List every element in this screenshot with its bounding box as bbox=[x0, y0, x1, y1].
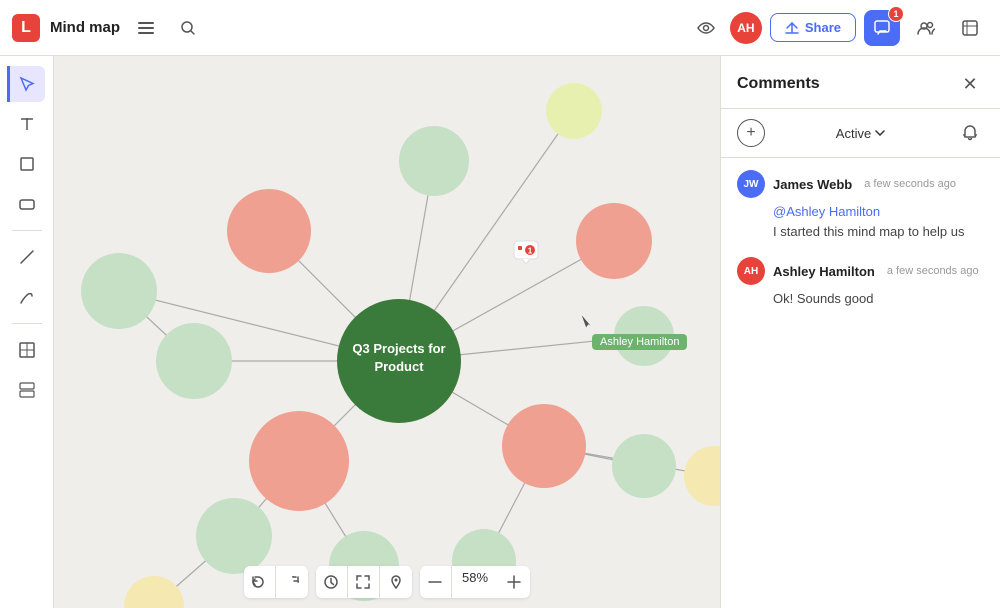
line-tool[interactable] bbox=[9, 239, 45, 275]
ashley-cursor bbox=[581, 314, 592, 328]
mind-map-svg: Q3 Projects for Product 1 bbox=[54, 56, 720, 608]
node-n5[interactable] bbox=[614, 306, 674, 366]
app-title: Mind map bbox=[50, 19, 120, 36]
comment-mention-jw: @Ashley Hamilton bbox=[773, 204, 880, 219]
fullscreen-icon bbox=[356, 575, 370, 589]
history-button[interactable] bbox=[316, 566, 348, 598]
svg-text:Q3 Projects for: Q3 Projects for bbox=[352, 341, 445, 356]
comment-author-row-jw: JW James Webb a few seconds ago bbox=[737, 170, 984, 198]
text-tool[interactable] bbox=[9, 106, 45, 142]
plus-icon bbox=[507, 575, 521, 589]
avatar-ah2: AH bbox=[737, 257, 765, 285]
comments-panel: Comments ✕ + Active JW James Webb a few … bbox=[720, 56, 1000, 608]
undo-button[interactable] bbox=[244, 566, 276, 598]
node-n15[interactable] bbox=[81, 253, 157, 329]
node-n6[interactable] bbox=[502, 404, 586, 488]
node-n10[interactable] bbox=[156, 323, 232, 399]
app-logo: L bbox=[12, 14, 40, 42]
view-button[interactable] bbox=[690, 12, 722, 44]
sidebar-divider-1 bbox=[12, 230, 42, 231]
comment-text-jw: I started this mind map to help us bbox=[773, 224, 964, 239]
add-comment-button[interactable]: + bbox=[737, 119, 765, 147]
search-button[interactable] bbox=[172, 12, 204, 44]
comments-title: Comments bbox=[737, 75, 820, 93]
bottom-toolbar: 58% bbox=[54, 556, 720, 608]
toolbar-right: AH Share 1 bbox=[690, 10, 988, 46]
filter-label: Active bbox=[836, 126, 871, 141]
comment-item-ah: AH Ashley Hamilton a few seconds ago Ok!… bbox=[737, 257, 984, 309]
canvas[interactable]: Q3 Projects for Product 1 Ashley Hamilto… bbox=[54, 56, 720, 608]
bell-icon bbox=[962, 125, 978, 141]
redo-button[interactable] bbox=[276, 566, 308, 598]
top-toolbar: L Mind map AH bbox=[0, 0, 1000, 56]
node-n9[interactable] bbox=[249, 411, 349, 511]
undo-icon bbox=[252, 576, 266, 588]
avatar-jw: JW bbox=[737, 170, 765, 198]
location-button[interactable] bbox=[380, 566, 412, 598]
close-comments-button[interactable]: ✕ bbox=[956, 70, 984, 98]
comments-button[interactable]: 1 bbox=[864, 10, 900, 46]
zoom-group: 58% bbox=[420, 566, 530, 598]
frame-tool[interactable] bbox=[9, 146, 45, 182]
node-n2[interactable] bbox=[399, 126, 469, 196]
zoom-in-button[interactable] bbox=[498, 566, 530, 598]
minus-icon bbox=[428, 581, 442, 583]
zoom-level[interactable]: 58% bbox=[452, 566, 498, 598]
undo-redo-group bbox=[244, 566, 308, 598]
filter-dropdown[interactable]: Active bbox=[836, 126, 885, 141]
history-fullscreen-group bbox=[316, 566, 412, 598]
comment-author-row-ah: AH Ashley Hamilton a few seconds ago bbox=[737, 257, 984, 285]
node-n7[interactable] bbox=[612, 434, 676, 498]
collaborators-button[interactable] bbox=[908, 10, 944, 46]
fullscreen-button[interactable] bbox=[348, 566, 380, 598]
table-tool[interactable] bbox=[9, 332, 45, 368]
comment-text-ah: Ok! Sounds good bbox=[773, 291, 873, 306]
comment-badge: 1 bbox=[888, 6, 904, 22]
comment-time-ah: a few seconds ago bbox=[887, 265, 979, 277]
toolbar-left: L Mind map bbox=[12, 12, 204, 44]
comment-bubble-icon: 1 bbox=[514, 241, 538, 264]
user-avatar-ah: AH bbox=[730, 12, 762, 44]
chevron-down-icon bbox=[875, 130, 885, 136]
pen-tool[interactable] bbox=[9, 279, 45, 315]
pages-button[interactable] bbox=[952, 10, 988, 46]
notifications-bell-button[interactable] bbox=[956, 119, 984, 147]
comment-item-jw: JW James Webb a few seconds ago @Ashley … bbox=[737, 170, 984, 241]
redo-icon bbox=[285, 576, 299, 588]
mindmap-tool[interactable] bbox=[9, 372, 45, 408]
history-icon bbox=[324, 575, 338, 589]
left-sidebar bbox=[0, 56, 54, 608]
comments-filter-bar: + Active bbox=[721, 109, 1000, 158]
location-icon bbox=[390, 575, 402, 589]
zoom-out-button[interactable] bbox=[420, 566, 452, 598]
comment-time-jw: a few seconds ago bbox=[864, 178, 956, 190]
menu-button[interactable] bbox=[130, 12, 162, 44]
node-n8[interactable] bbox=[684, 446, 720, 506]
comments-list: JW James Webb a few seconds ago @Ashley … bbox=[721, 158, 1000, 608]
comment-body-jw: @Ashley Hamilton I started this mind map… bbox=[737, 202, 984, 241]
comment-name-ah: Ashley Hamilton bbox=[773, 264, 875, 279]
comment-name-jw: James Webb bbox=[773, 177, 852, 192]
node-n3[interactable] bbox=[546, 83, 602, 139]
svg-text:1: 1 bbox=[528, 247, 533, 256]
shape-tool[interactable] bbox=[9, 186, 45, 222]
node-n1[interactable] bbox=[227, 189, 311, 273]
comment-body-ah: Ok! Sounds good bbox=[737, 289, 984, 309]
node-n4[interactable] bbox=[576, 203, 652, 279]
comments-header: Comments ✕ bbox=[721, 56, 1000, 109]
select-tool[interactable] bbox=[7, 66, 45, 102]
sidebar-divider-2 bbox=[12, 323, 42, 324]
share-button[interactable]: Share bbox=[770, 13, 856, 42]
svg-text:Product: Product bbox=[374, 359, 424, 374]
